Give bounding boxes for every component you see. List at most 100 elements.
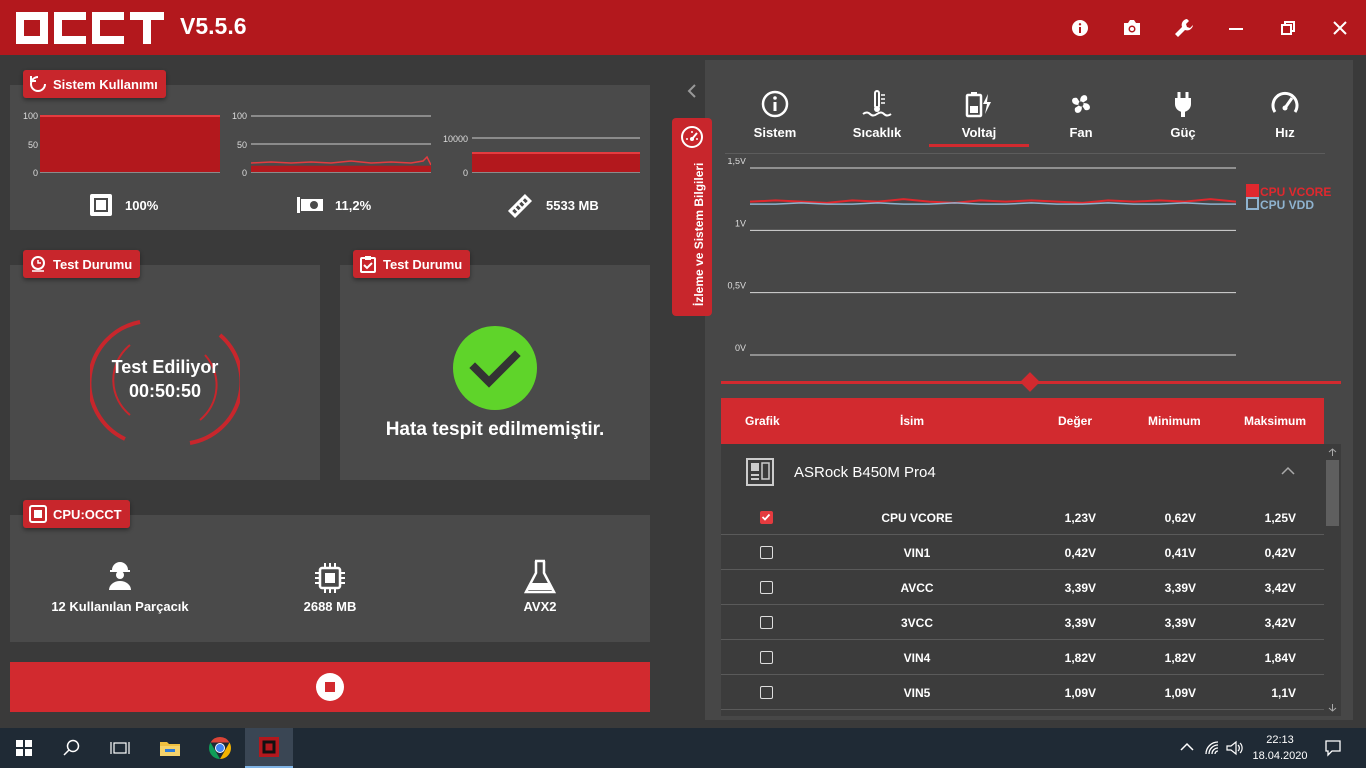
test-status-tag: Test Durumu	[23, 250, 141, 278]
system-usage-panel: 100 50 0 100% 100 50 0 11,2% 10000 0 553…	[10, 85, 650, 230]
column-max: Maksimum	[1244, 414, 1307, 428]
occt-taskbar-button[interactable]	[245, 728, 293, 768]
wrench-icon[interactable]	[1170, 14, 1198, 42]
cpu-chip-small-icon	[29, 505, 47, 523]
show-hidden-icons-chevron[interactable]	[1180, 742, 1194, 752]
file-explorer-button[interactable]	[146, 728, 194, 768]
task-view-button[interactable]	[96, 728, 144, 768]
search-button[interactable]	[48, 728, 96, 768]
chart-series-line	[749, 198, 1237, 204]
table-row: VIN4 1,82V 1,82V 1,84V	[721, 640, 1324, 675]
scroll-down-icon[interactable]	[1328, 703, 1337, 712]
collapse-chevron-icon[interactable]	[686, 83, 698, 99]
column-graph: Grafik	[745, 414, 780, 428]
cpu-axis-mid: 50	[27, 140, 38, 150]
windows-logo-icon	[16, 740, 32, 756]
stopwatch-icon	[31, 256, 45, 272]
tab-power[interactable]: Güç	[1133, 90, 1233, 140]
graph-checkbox[interactable]	[760, 581, 773, 594]
chevron-up-icon[interactable]	[1281, 466, 1295, 476]
device-group-header[interactable]: ASRock B450M Pro4	[721, 444, 1324, 500]
ram-usage-value: 5533 MB	[546, 198, 599, 213]
sensor-min: 3,39V	[1164, 581, 1196, 595]
stop-test-button[interactable]	[10, 662, 650, 712]
notifications-icon[interactable]	[1324, 739, 1342, 757]
cpu-test-title: CPU:OCCT	[53, 506, 122, 522]
ram-axis-min: 0	[462, 168, 468, 178]
occt-app-icon	[259, 737, 279, 757]
test-status-text: Test Ediliyor	[111, 357, 219, 377]
ram-axis-max: 10000	[442, 134, 468, 144]
test-status-panel: Test Ediliyor 00:50:50	[10, 265, 320, 480]
table-row: 3VCC 3,39V 3,39V 3,42V	[721, 605, 1324, 640]
column-min: Minimum	[1148, 414, 1201, 428]
wifi-icon[interactable]	[1204, 740, 1220, 756]
taskbar-clock[interactable]: 22:13 18.04.2020	[1247, 732, 1313, 764]
memory-text: 2688 MB	[230, 599, 430, 614]
chart-legend-label: CPU VDD	[1260, 198, 1314, 212]
tab-system[interactable]: Sistem	[725, 90, 825, 140]
sensor-max: 1,84V	[1264, 651, 1296, 665]
battery-bolt-icon	[965, 92, 991, 118]
occt-logo	[16, 12, 164, 44]
graph-checkbox[interactable]	[760, 616, 773, 629]
chart-y-tick-label: 1V	[735, 218, 746, 228]
sensor-max: 3,42V	[1264, 581, 1296, 595]
error-status-tag: Test Durumu	[353, 250, 471, 278]
threads-text: 12 Kullanılan Parçacık	[10, 599, 230, 614]
sensor-name: VIN1	[903, 546, 931, 560]
graph-checkbox[interactable]	[760, 546, 773, 559]
test-elapsed-time: 00:50:50	[128, 381, 202, 401]
graph-checkbox[interactable]	[760, 651, 773, 664]
chrome-button[interactable]	[196, 728, 244, 768]
table-scroll-thumb[interactable]	[1326, 460, 1339, 526]
memory-unit: MB	[336, 599, 357, 614]
camera-icon[interactable]	[1118, 14, 1146, 42]
active-tab-indicator	[929, 144, 1029, 147]
tab-temperature[interactable]: Sıcaklık	[827, 90, 927, 140]
sensor-min: 1,09V	[1164, 686, 1196, 700]
sensor-name: VIN5	[903, 686, 931, 700]
info-icon[interactable]	[1066, 14, 1094, 42]
close-icon[interactable]	[1326, 14, 1354, 42]
sensor-min: 0,41V	[1164, 546, 1196, 560]
side-tab-label: İzleme ve Sistem Bilgileri	[692, 162, 706, 306]
sensor-name: AVCC	[900, 581, 934, 595]
graph-checkbox[interactable]	[760, 511, 773, 524]
restore-icon[interactable]	[1274, 14, 1302, 42]
threads-count: 12	[51, 599, 66, 614]
graph-checkbox[interactable]	[760, 686, 773, 699]
sensor-value: 0,42V	[1064, 546, 1096, 560]
error-status-title: Test Durumu	[383, 256, 463, 272]
fan-icon	[1072, 95, 1090, 113]
cpu-usage-value: 100%	[125, 198, 159, 213]
instruction-set: AVX2	[523, 599, 557, 614]
gpu-axis-max: 100	[231, 111, 247, 121]
tab-speed[interactable]: Hız	[1235, 90, 1335, 140]
gpu-usage-graph	[251, 115, 431, 173]
cpu-axis-min: 0	[32, 168, 38, 178]
tab-fan-label: Fan	[1069, 125, 1093, 140]
error-message: Hata tespit edilmemiştir.	[385, 419, 605, 440]
error-status-panel: Hata tespit edilmemiştir.	[340, 265, 650, 480]
sensor-min: 3,39V	[1164, 616, 1196, 630]
chart-legend-swatch[interactable]	[1246, 184, 1259, 197]
scroll-up-icon[interactable]	[1328, 448, 1337, 457]
clipboard-check-icon	[360, 256, 376, 273]
chart-legend-swatch[interactable]	[1246, 197, 1259, 210]
memory-chip-icon	[315, 563, 345, 593]
volume-icon[interactable]	[1226, 740, 1244, 756]
gpu-usage-fill	[251, 165, 431, 172]
title-bar: V5.5.6	[0, 0, 1366, 55]
sensor-value: 1,23V	[1064, 511, 1096, 525]
tab-fan[interactable]: Fan	[1031, 90, 1131, 140]
table-row: AVCC 3,39V 3,39V 3,42V	[721, 570, 1324, 605]
voltage-chart: 0V 0,5V 1V 1,5V CPU VCORECPU VDD	[727, 158, 1331, 356]
start-button[interactable]	[0, 728, 48, 768]
sensor-name: 3VCC	[900, 616, 933, 630]
minimize-icon[interactable]	[1222, 14, 1250, 42]
memory-value: 2688	[303, 599, 333, 614]
monitoring-side-tab[interactable]: İzleme ve Sistem Bilgileri	[672, 118, 712, 316]
table-row: VIN1 0,42V 0,41V 0,42V	[721, 535, 1324, 570]
tab-voltage[interactable]: Voltaj	[929, 90, 1029, 140]
